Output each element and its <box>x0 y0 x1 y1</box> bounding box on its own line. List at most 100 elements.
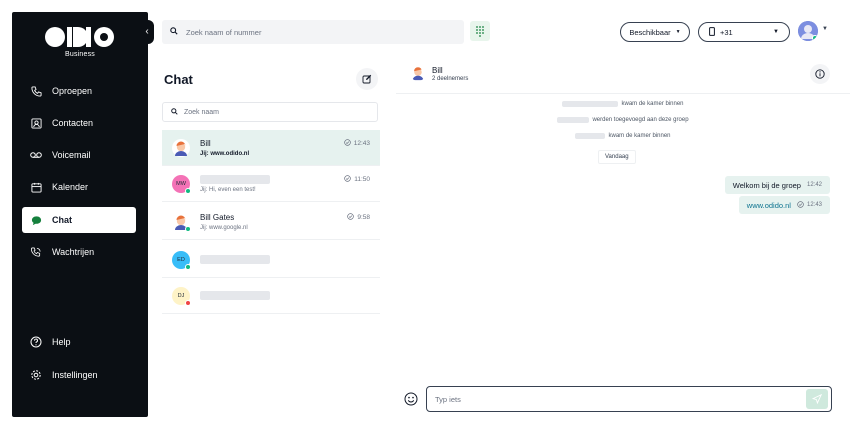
brand-subtitle: Business <box>64 51 95 58</box>
sidebar-item-chat[interactable]: Chat <box>22 207 136 233</box>
avatar: ED <box>172 250 191 270</box>
chat-search-input[interactable]: Zoek naam <box>162 102 378 122</box>
chat-preview: Jij: www.odido.nl <box>200 150 250 157</box>
compose-icon <box>362 74 372 84</box>
conversation-panel: Bill 2 deelnemers kwam de kamer binnen w… <box>396 54 850 418</box>
contacts-icon <box>30 117 42 129</box>
message-bubble[interactable]: www.odido.nl 12:43 <box>738 196 830 214</box>
chat-list-item[interactable]: Bill Gates Jij: www.google.nl 9:58 <box>162 204 380 240</box>
avatar: MW <box>172 174 191 194</box>
avatar-initials: ED <box>177 256 185 263</box>
emoji-icon[interactable] <box>404 392 418 406</box>
participant-count: 2 deelnemers <box>432 76 469 82</box>
avatar <box>172 212 191 232</box>
chevron-left-icon: ‹ <box>145 26 149 37</box>
chat-time: 9:58 <box>347 213 370 222</box>
sidebar-item-instellingen[interactable]: Instellingen <box>22 362 136 388</box>
message-link[interactable]: www.odido.nl <box>747 201 791 210</box>
availability-dropdown[interactable]: Beschikbaar ▼ <box>620 22 690 42</box>
conversation-header: Bill 2 deelnemers <box>396 54 850 94</box>
message-bubble[interactable]: Welkom bij de groep 12:42 <box>724 176 830 194</box>
voicemail-icon <box>30 149 42 161</box>
offline-status-dot <box>185 299 191 306</box>
outbound-number-dropdown[interactable]: +31 ▼ <box>698 22 790 42</box>
system-message-text: kwam de kamer binnen <box>621 101 684 107</box>
new-chat-button[interactable] <box>356 68 378 90</box>
sidebar-item-help[interactable]: Help <box>22 329 136 355</box>
chat-list-item[interactable]: Bill Jij: www.odido.nl 12:43 <box>162 130 380 166</box>
online-status-dot <box>185 263 191 270</box>
online-status-dot <box>812 35 818 41</box>
info-icon <box>815 69 825 79</box>
chat-list-panel: Chat Zoek naam Bill Jij: www.odido.nl 12… <box>162 54 380 418</box>
chat-icon <box>30 214 42 226</box>
calendar-icon <box>30 181 42 193</box>
message-time: 12:43 <box>806 202 822 208</box>
page-title: Chat <box>164 72 193 87</box>
conversation-title: Bill <box>432 66 443 75</box>
online-status-dot <box>185 187 191 194</box>
chat-preview: Jij: www.google.nl <box>200 224 248 231</box>
dialpad-button[interactable] <box>470 21 490 41</box>
chat-list-item[interactable]: DJ <box>162 278 380 314</box>
help-icon <box>30 336 42 348</box>
search-icon <box>171 107 178 117</box>
sidebar-item-kalender[interactable]: Kalender <box>22 174 136 200</box>
sidebar-item-wachtrijen[interactable]: Wachtrijen <box>22 239 136 265</box>
chat-time-label: 9:58 <box>357 214 370 221</box>
sidebar-item-label: Chat <box>52 215 72 225</box>
chat-search-placeholder: Zoek naam <box>184 108 220 116</box>
check-circle-icon <box>797 200 804 210</box>
message-input[interactable]: Typ iets <box>426 386 832 412</box>
system-message: kwam de kamer binnen <box>396 133 850 139</box>
send-button[interactable] <box>806 389 828 409</box>
chat-list-item[interactable]: MW Jij: Hi, even een test! 11:50 <box>162 166 380 202</box>
queue-icon <box>30 246 42 258</box>
sidebar-item-label: Instellingen <box>52 370 98 380</box>
user-avatar[interactable] <box>798 21 818 41</box>
message-time: 12:42 <box>806 182 822 188</box>
search-icon <box>170 27 178 37</box>
global-search-placeholder: Zoek naam of nummer <box>186 27 262 37</box>
composer: Typ iets <box>404 386 842 412</box>
chat-name-placeholder <box>200 174 270 184</box>
send-icon <box>812 394 822 404</box>
chat-time: 12:43 <box>343 139 370 148</box>
system-message-text: werden toegevoegd aan deze groep <box>592 117 689 123</box>
message-text: Welkom bij de groep <box>732 180 801 190</box>
chat-name-placeholder <box>200 291 270 300</box>
availability-label: Beschikbaar <box>629 27 671 37</box>
check-circle-icon <box>347 213 355 222</box>
sidebar-item-label: Oproepen <box>52 86 93 96</box>
avatar: DJ <box>172 286 191 306</box>
global-search-input[interactable]: Zoek naam of nummer <box>162 20 464 44</box>
sidebar-item-contacten[interactable]: Contacten <box>22 110 136 136</box>
user-name-placeholder <box>557 117 590 123</box>
sidebar-item-label: Wachtrijen <box>52 247 95 257</box>
chat-time-label: 11:50 <box>354 176 370 183</box>
mobile-phone-icon <box>709 26 715 38</box>
brand-logo: Business <box>12 26 148 58</box>
outbound-number-label: +31 <box>720 27 733 37</box>
chat-list-item[interactable]: ED <box>162 242 380 278</box>
chevron-down-icon: ▼ <box>773 29 779 35</box>
sidebar: Business Oproepen Contacten Voicemail Ka… <box>12 12 148 417</box>
system-message-text: kwam de kamer binnen <box>608 133 671 139</box>
sidebar-item-label: Contacten <box>52 118 94 128</box>
app-window: Business Oproepen Contacten Voicemail Ka… <box>0 0 860 434</box>
date-separator: Vandaag <box>598 150 636 164</box>
sidebar-item-oproepen[interactable]: Oproepen <box>22 78 136 104</box>
collapse-sidebar-button[interactable]: ‹ <box>140 20 154 44</box>
sidebar-item-voicemail[interactable]: Voicemail <box>22 142 136 168</box>
system-message: kwam de kamer binnen <box>396 101 850 107</box>
user-name-placeholder <box>562 101 619 107</box>
message-meta: 12:43 <box>797 200 822 210</box>
person-avatar-icon <box>410 65 426 81</box>
chat-preview: Jij: Hi, even een test! <box>200 186 256 193</box>
settings-icon <box>30 369 42 381</box>
message-input-placeholder: Typ iets <box>435 394 461 404</box>
conversation-info-button[interactable] <box>810 64 830 84</box>
chevron-down-icon[interactable]: ▼ <box>822 26 828 32</box>
check-circle-icon <box>344 175 351 184</box>
check-circle-icon <box>343 139 351 148</box>
